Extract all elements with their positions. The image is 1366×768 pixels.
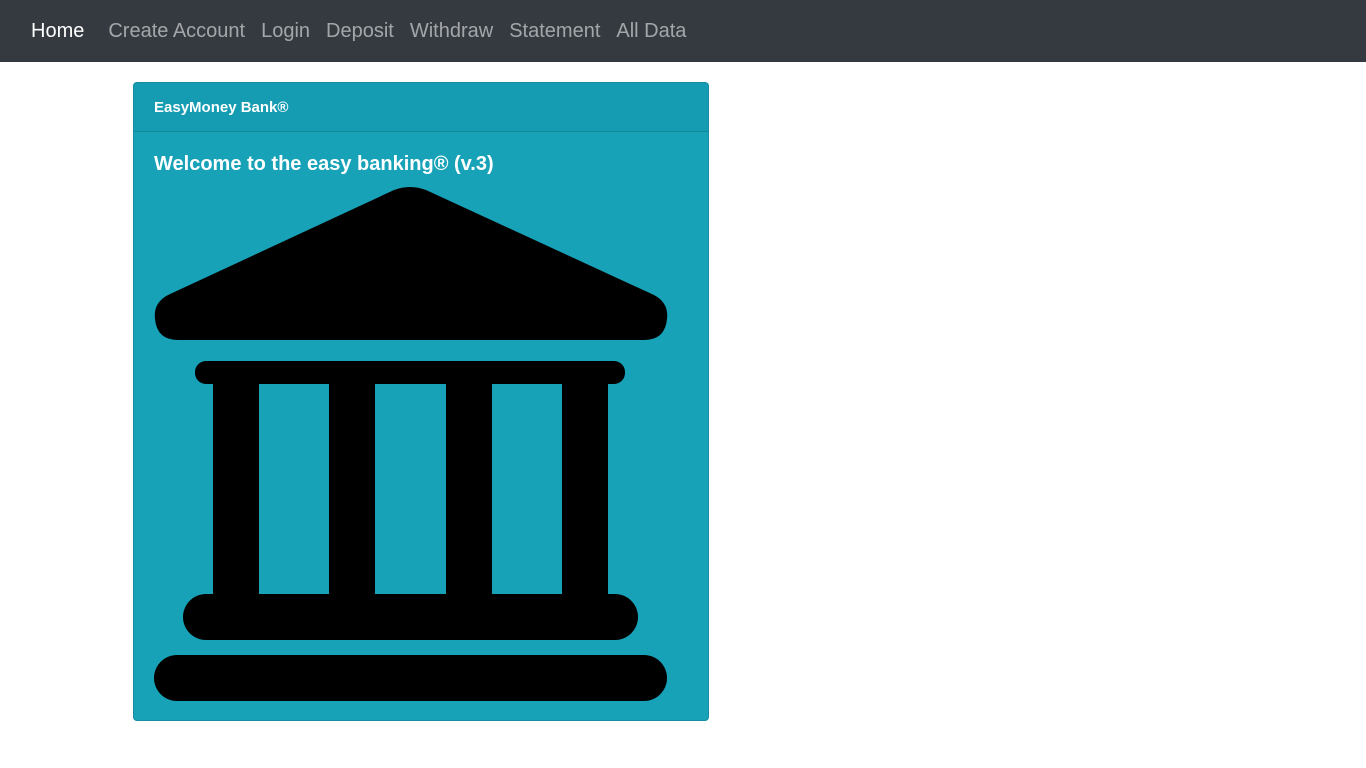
- nav-deposit-link[interactable]: Deposit: [318, 0, 402, 62]
- nav-login-link[interactable]: Login: [253, 0, 318, 62]
- bank-icon: [154, 187, 668, 701]
- card-title: Welcome to the easy banking® (v.3): [154, 153, 494, 175]
- nav-home-link[interactable]: Home: [23, 0, 92, 62]
- nav-all-data-link[interactable]: All Data: [608, 0, 694, 62]
- nav-withdraw-link[interactable]: Withdraw: [402, 0, 501, 62]
- card-header-title: EasyMoney Bank®: [154, 98, 289, 116]
- navbar: Home Create Account Login Deposit Withdr…: [0, 0, 1366, 62]
- nav-statement-link[interactable]: Statement: [501, 0, 608, 62]
- nav-create-account-link[interactable]: Create Account: [100, 0, 253, 62]
- card-header: EasyMoney Bank®: [134, 83, 708, 132]
- welcome-card: EasyMoney Bank® Welcome to the easy bank…: [133, 82, 709, 721]
